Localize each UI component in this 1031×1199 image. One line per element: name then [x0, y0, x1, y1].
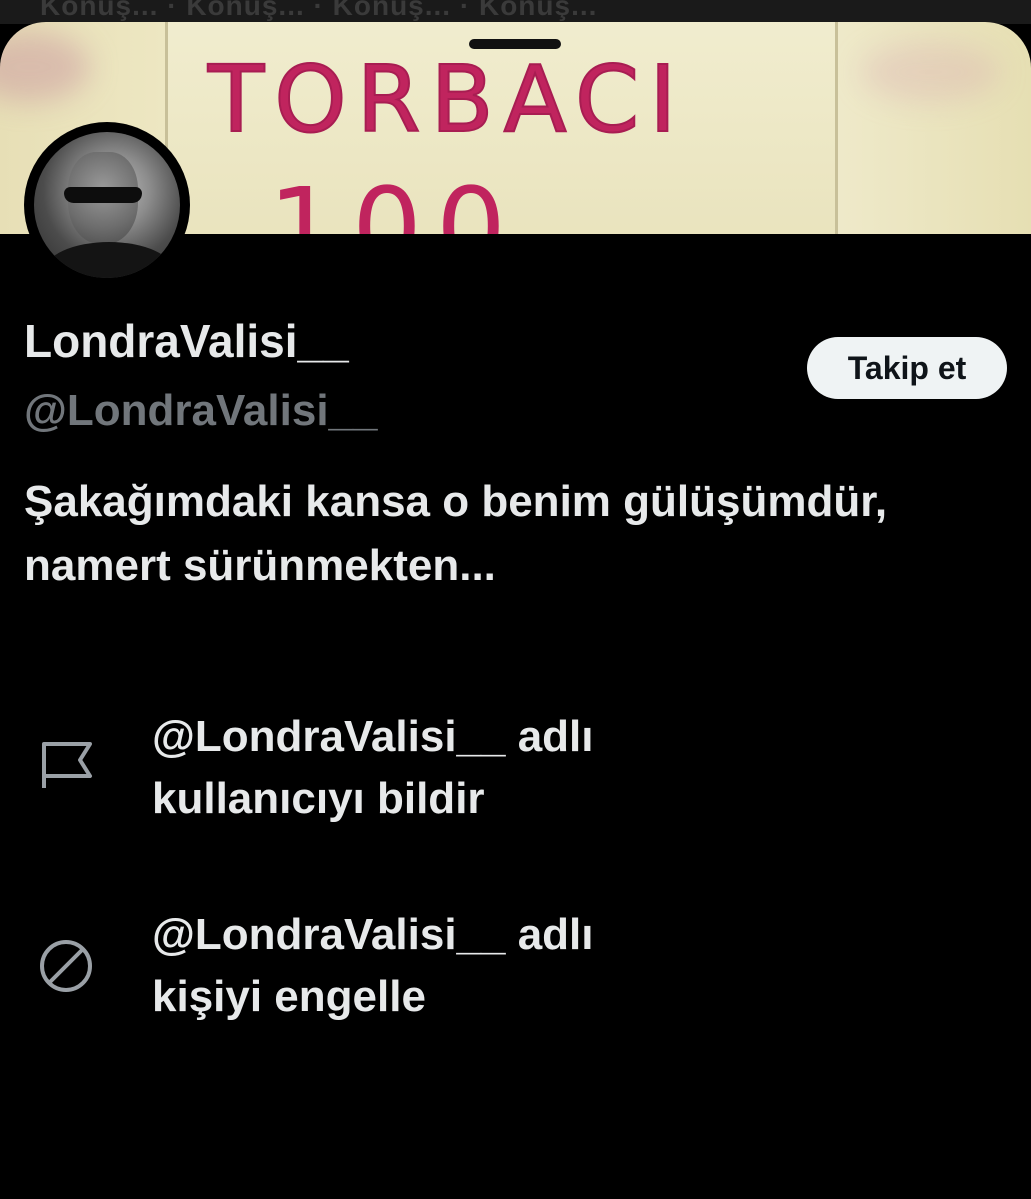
sheet-grab-handle[interactable] [469, 39, 561, 49]
display-name: LondraValisi__ [24, 315, 349, 367]
profile-bio: Şakağımdaki kansa o benim gülüşümdür, na… [24, 477, 888, 590]
sign-text-bottom: 100 [268, 164, 520, 234]
sign-text-top: TORBACI [207, 46, 686, 153]
block-user-label: @LondraValisi__ adlı kişiyi engelle [152, 904, 992, 1028]
report-user-menu-item[interactable]: @LondraValisi__ adlı kullanıcıyı bildir [0, 706, 1031, 846]
report-user-label-line1: @LondraValisi__ adlı [152, 712, 594, 761]
flag-icon [36, 734, 96, 794]
background-app-strip: Konuş... · Konuş... · Konuş... · Konuş..… [0, 0, 1031, 24]
block-icon [36, 936, 96, 996]
block-user-menu-item[interactable]: @LondraValisi__ adlı kişiyi engelle [0, 904, 1031, 1044]
block-user-label-line2: kişiyi engelle [152, 972, 426, 1021]
block-user-label-line1: @LondraValisi__ adlı [152, 910, 594, 959]
avatar-shoulders [44, 242, 174, 278]
report-user-label: @LondraValisi__ adlı kullanıcıyı bildir [152, 706, 992, 830]
banner-stain [860, 42, 1000, 102]
avatar-photo [34, 132, 180, 278]
report-user-label-line2: kullanıcıyı bildir [152, 774, 485, 823]
banner-sign-graffiti: TORBACI 100 [206, 45, 686, 234]
avatar-sunglasses [64, 187, 142, 203]
bottom-sheet: TORBACI 100 LondraValisi__ @LondraValisi… [0, 22, 1031, 1199]
user-handle: @LondraValisi__ [24, 386, 378, 435]
banner-stain [0, 32, 90, 102]
background-ghost-text: Konuş... · Konuş... · Konuş... · Konuş..… [40, 0, 598, 21]
avatar[interactable] [24, 122, 190, 288]
follow-button[interactable]: Takip et [807, 337, 1007, 399]
banner-sign: TORBACI 100 [165, 22, 838, 234]
